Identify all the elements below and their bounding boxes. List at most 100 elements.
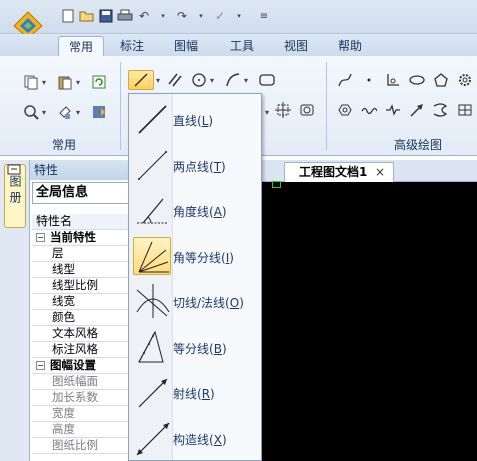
table-row[interactable]: 文本风格 [32,326,132,342]
table-row[interactable]: 加长系数 [32,390,132,406]
menu-item-label: 角度线(A) [173,205,227,219]
collapse-icon[interactable]: − [36,361,45,370]
tab-annotation[interactable]: 标注 [112,36,152,56]
properties-icon[interactable] [88,102,110,122]
parallel-line-icon[interactable] [164,70,186,90]
property-label: 线宽 [52,294,75,308]
category-row[interactable]: − 当前特性 [32,230,132,246]
angle-icon[interactable] [382,70,404,90]
panel-title: 特性 [30,160,132,180]
dropdown-icon[interactable]: ▾ [76,108,80,117]
format-painter-icon[interactable] [54,102,76,122]
menu-item-text: 角度线 [173,205,210,219]
ribbon-tabs: 常用 标注 图幅 工具 视图 帮助 [0,34,477,56]
table-row[interactable]: 标注风格 [32,342,132,358]
quick-access-toolbar: ↶ ▾ ↷ ▾ ✓ ▾ ≡ [60,8,272,24]
properties-panel: 特性 全局信息 特性名 − 当前特性层线型 线型比例 线宽 颜色 文本风格 标注风格 − 图幅设… [30,160,132,461]
menu-item-angle-bisector[interactable]: 角等分线(I) [131,235,259,277]
dropdown-icon[interactable]: ▾ [265,108,269,117]
new-icon[interactable] [60,8,76,24]
redo-icon[interactable]: ↷ [174,8,190,24]
spline-icon[interactable] [334,70,356,90]
tab-help[interactable]: 帮助 [330,36,370,56]
menu-item-label: 射线(R) [173,387,215,401]
table-row[interactable]: 图纸比例 [32,438,132,454]
construction-line-icon [133,419,171,457]
collapse-icon[interactable]: − [36,233,45,242]
category-row[interactable]: − 图幅设置 [32,358,132,374]
center-line-icon[interactable] [272,100,294,120]
menu-item-angle-line[interactable]: 角度线(A) [131,189,259,231]
arrow-icon[interactable] [406,100,428,120]
dropdown-icon[interactable]: ▾ [42,78,46,87]
table-row[interactable]: 颜色 [32,310,132,326]
dropdown-icon[interactable]: ▾ [156,76,160,85]
ellipse-icon[interactable] [406,70,428,90]
menu-item-tangent-normal[interactable]: 切线/法线(O) [131,280,259,322]
menu-item-label: 等分线(B) [173,341,227,356]
table-row[interactable]: 线型 [32,262,132,278]
copy-icon[interactable] [20,72,42,92]
line-tool-button[interactable] [128,70,154,90]
menu-item-two-point-line[interactable]: 两点线(T) [131,144,259,186]
pin-icon[interactable] [6,163,24,177]
menu-item-construction-line[interactable]: 构造线(X) [131,417,259,459]
zoom-icon[interactable] [20,102,42,122]
property-label: 颜色 [52,310,75,324]
customize-icon[interactable]: ≡ [256,8,272,24]
tab-sheet[interactable]: 图幅 [166,36,206,56]
document-tab-title: 工程图文档1 [299,165,368,179]
menu-item-accelerator: R [201,387,211,401]
table-row[interactable]: 线宽 [32,294,132,310]
ray-icon [133,373,171,411]
save-icon[interactable] [98,8,114,24]
point-icon[interactable] [358,70,380,90]
table-row[interactable]: 高度 [32,422,132,438]
document-tab[interactable]: 工程图文档1 × [284,162,394,182]
table-row[interactable]: 层 [32,246,132,262]
menu-item-text: 直线 [173,114,198,128]
dropdown-icon[interactable]: ▾ [76,78,80,87]
menu-item-straight-line[interactable]: 直线(L) [131,98,259,140]
tab-view[interactable]: 视图 [276,36,316,56]
refresh-icon[interactable] [88,72,110,92]
gear-icon[interactable] [454,70,476,90]
table-row[interactable]: 宽度 [32,406,132,422]
paste-icon[interactable] [54,72,76,92]
property-label: 高度 [52,422,75,436]
table-row[interactable]: 图纸幅面 [32,374,132,390]
dropdown-icon[interactable]: ▾ [193,8,209,24]
tab-tools[interactable]: 工具 [222,36,262,56]
print-icon[interactable] [117,8,133,24]
close-icon[interactable]: × [375,163,385,181]
dropdown-icon[interactable]: ▾ [155,8,171,24]
polygon-icon[interactable] [430,70,452,90]
line-tool-menu: 直线(L) 两点线(T) 角度线(A) 角等分线(I) 切线/法线(O) 等分线(B) 射线… [128,93,262,461]
sketch-icon[interactable] [430,100,452,120]
object-selector[interactable]: 全局信息 [32,182,132,204]
property-label: 宽度 [52,406,75,420]
rectangle-icon[interactable] [256,70,278,90]
menu-item-divide-line[interactable]: 等分线(B) [131,326,259,368]
undo-icon[interactable]: ↶ [136,8,152,24]
hatch-icon[interactable] [296,100,318,120]
arc-icon[interactable] [222,70,244,90]
circle-icon[interactable] [188,70,210,90]
break-line-icon[interactable] [382,100,404,120]
wave-icon[interactable] [358,100,380,120]
hexagon-icon[interactable] [334,100,356,120]
dropdown-icon[interactable]: ▾ [210,76,214,85]
table-icon[interactable] [454,100,476,120]
table-row[interactable]: 线型比例 [32,278,132,294]
check-icon[interactable]: ✓ [212,8,228,24]
open-icon[interactable] [79,8,95,24]
tangent-normal-icon [133,282,171,320]
property-label: 文本风格 [52,326,98,340]
dropdown-icon[interactable]: ▾ [244,76,248,85]
menu-item-ray[interactable]: 射线(R) [131,371,259,413]
dropdown-icon[interactable]: ▾ [42,108,46,117]
tab-common[interactable]: 常用 [58,36,104,56]
dropdown-icon[interactable]: ▾ [231,8,247,24]
property-label: 图纸比例 [52,438,98,452]
side-tab-label: 图 册 [8,175,22,203]
